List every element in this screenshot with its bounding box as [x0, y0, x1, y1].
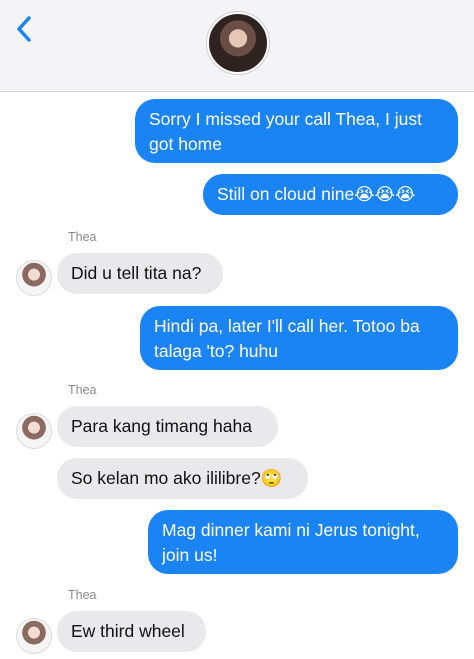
- sender-avatar: [16, 260, 52, 296]
- message-in-4[interactable]: Ew third wheel: [57, 611, 206, 652]
- message-out-4[interactable]: Mag dinner kami ni Jerus tonight, join u…: [148, 510, 458, 574]
- sender-name: Thea: [68, 588, 97, 602]
- message-in-3[interactable]: So kelan mo ako ililibre?🙄: [57, 458, 308, 499]
- message-out-3[interactable]: Hindi pa, later I'll call her. Totoo ba …: [140, 306, 458, 370]
- conversation-header: [0, 0, 474, 92]
- message-in-2[interactable]: Para kang timang haha: [57, 406, 278, 447]
- chevron-left-icon[interactable]: [12, 14, 38, 44]
- sender-avatar: [16, 618, 52, 654]
- message-in-1[interactable]: Did u tell tita na?: [57, 253, 223, 294]
- sender-avatar: [16, 413, 52, 449]
- message-out-1[interactable]: Sorry I missed your call Thea, I just go…: [135, 99, 458, 163]
- sender-name: Thea: [68, 383, 97, 397]
- contact-avatar[interactable]: [207, 12, 269, 74]
- sender-name: Thea: [68, 230, 97, 244]
- message-out-2[interactable]: Still on cloud nine😭😭😭: [203, 174, 458, 215]
